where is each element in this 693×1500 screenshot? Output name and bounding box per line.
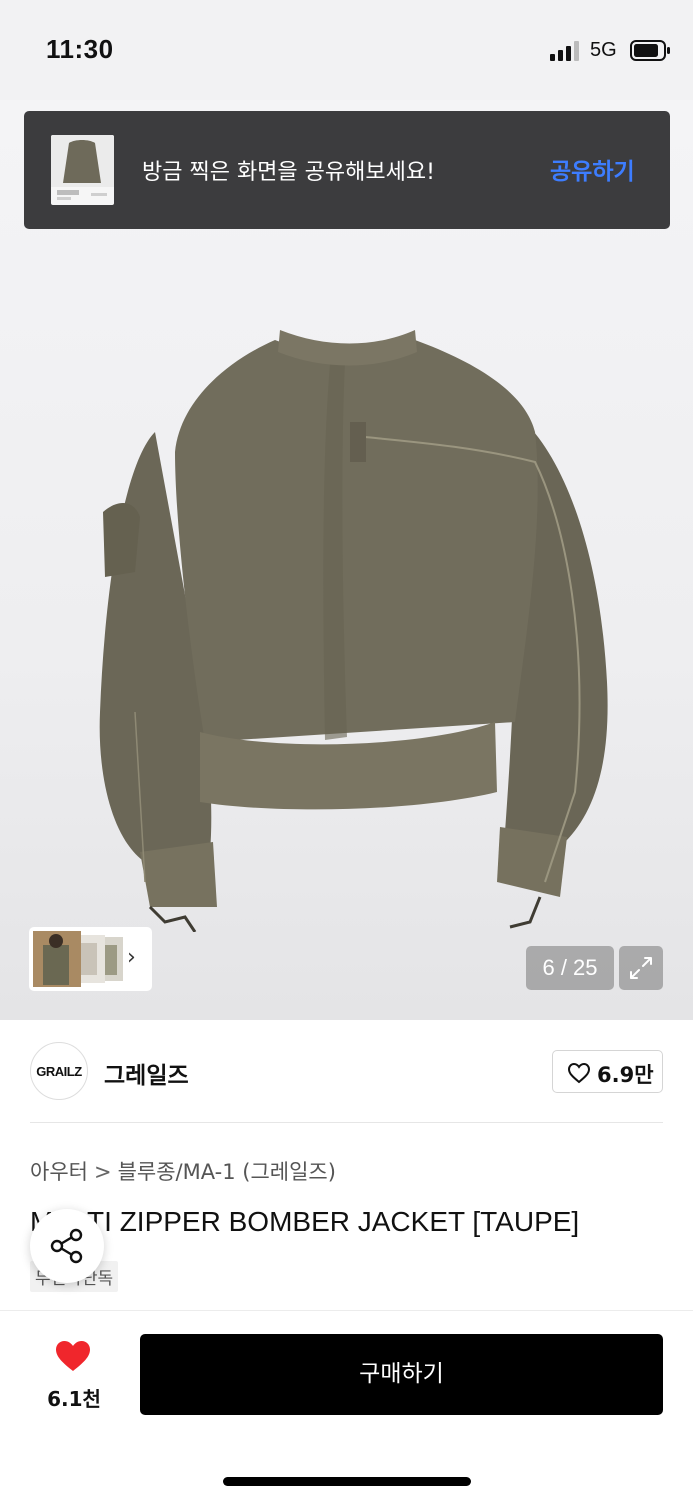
expand-icon — [630, 957, 652, 979]
share-icon — [50, 1228, 83, 1264]
breadcrumb-category[interactable]: 아우터 — [30, 1160, 88, 1184]
product-image-gallery[interactable]: 방금 찍은 화면을 공유해보세요! 공유하기 › 6 / 25 — [0, 100, 693, 1020]
breadcrumb-subcategory[interactable]: 블루종/MA-1 (그레일즈) — [118, 1160, 336, 1184]
heart-filled-icon — [56, 1341, 90, 1371]
heart-outline-icon — [567, 1062, 591, 1084]
signal-icon — [550, 41, 579, 61]
wishlist-count: 6.1천 — [47, 1387, 101, 1411]
toast-share-button[interactable]: 공유하기 — [550, 152, 635, 186]
home-indicator — [223, 1477, 471, 1486]
expand-button[interactable] — [619, 946, 663, 990]
buy-button[interactable]: 구매하기 — [140, 1334, 663, 1415]
status-time: 11:30 — [46, 34, 114, 64]
breadcrumb-separator: > — [93, 1160, 112, 1184]
share-screenshot-toast: 방금 찍은 화면을 공유해보세요! 공유하기 — [24, 111, 670, 229]
chevron-right-icon: › — [127, 945, 136, 970]
battery-icon — [630, 40, 670, 61]
screenshot-thumbnail[interactable] — [51, 135, 114, 205]
bottom-action-bar: 6.1천 구매하기 — [0, 1310, 693, 1500]
breadcrumb: 아우터 > 블루종/MA-1 (그레일즈) — [30, 1156, 336, 1186]
brand-like-count: 6.9만 — [597, 1063, 654, 1087]
brand-name[interactable]: 그레일즈 — [104, 1056, 189, 1090]
share-button[interactable] — [30, 1209, 104, 1283]
brand-like-button[interactable]: 6.9만 — [552, 1050, 663, 1093]
product-image — [99, 330, 608, 932]
image-counter: 6 / 25 — [526, 946, 614, 990]
product-title: MULTI ZIPPER BOMBER JACKET [TAUPE] — [30, 1206, 580, 1237]
toast-message: 방금 찍은 화면을 공유해보세요! — [142, 160, 435, 185]
divider — [30, 1122, 663, 1123]
thumbnail-strip[interactable]: › — [29, 927, 152, 991]
status-bar: 11:30 5G — [0, 0, 693, 100]
thumbnail-images — [33, 931, 123, 987]
network-label: 5G — [590, 39, 617, 61]
brand-logo[interactable]: GRAILZ — [30, 1042, 88, 1100]
